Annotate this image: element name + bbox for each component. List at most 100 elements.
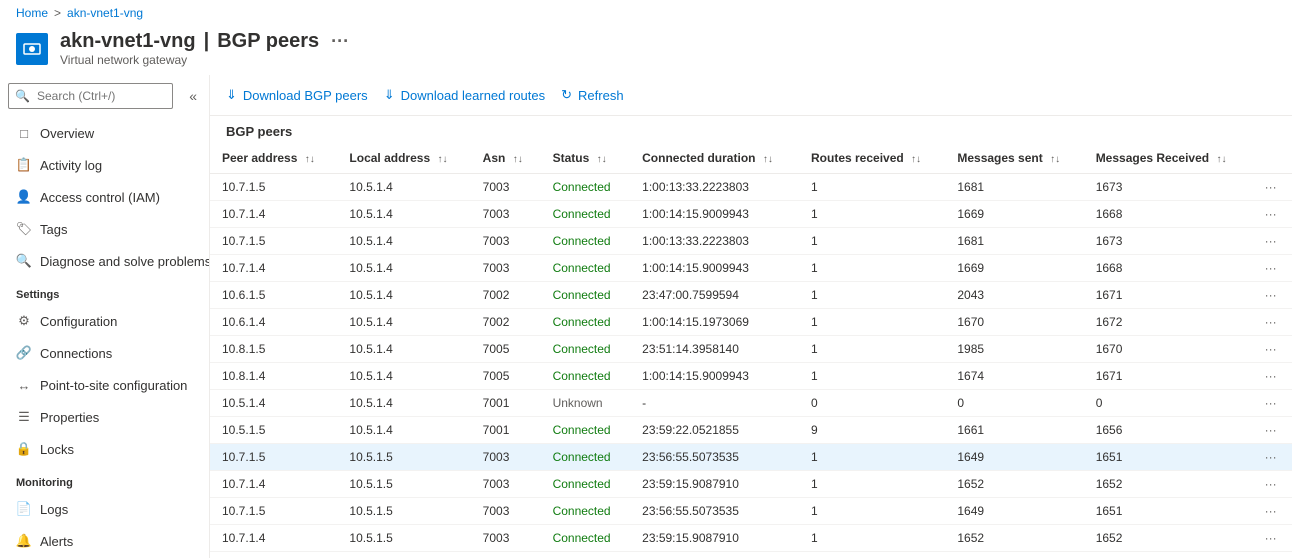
cell-asn: 7001 xyxy=(471,417,541,444)
sidebar-item-alerts[interactable]: 🔔 Alerts xyxy=(0,525,209,557)
cell-duration: 23:56:55.5073535 xyxy=(630,498,799,525)
page-name: BGP peers xyxy=(217,30,319,53)
sidebar-item-locks[interactable]: 🔒 Locks xyxy=(0,433,209,465)
table-row: 10.7.1.4 10.5.1.5 7003 Connected 23:59:1… xyxy=(210,525,1292,552)
col-asn[interactable]: Asn ↑↓ xyxy=(471,143,541,174)
cell-more-actions[interactable]: ··· xyxy=(1253,282,1292,309)
cell-messages-received: 1652 xyxy=(1084,525,1253,552)
configuration-icon: ⚙ xyxy=(16,313,32,329)
table-row: 10.5.1.5 10.5.1.4 7001 Connected 23:59:2… xyxy=(210,417,1292,444)
cell-routes: 1 xyxy=(799,309,945,336)
cell-local-address: 10.5.1.4 xyxy=(337,390,470,417)
cell-status: Connected xyxy=(541,471,631,498)
download-routes-button[interactable]: ⇓ Download learned routes xyxy=(384,83,545,107)
cell-more-actions[interactable]: ··· xyxy=(1253,174,1292,201)
cell-more-actions[interactable]: ··· xyxy=(1253,471,1292,498)
cell-messages-received: 1656 xyxy=(1084,417,1253,444)
sidebar-item-configuration[interactable]: ⚙ Configuration xyxy=(0,305,209,337)
cell-messages-received: 0 xyxy=(1084,390,1253,417)
cell-more-actions[interactable]: ··· xyxy=(1253,390,1292,417)
col-status[interactable]: Status ↑↓ xyxy=(541,143,631,174)
sidebar-item-overview[interactable]: □ Overview xyxy=(0,117,209,149)
cell-local-address: 10.5.1.4 xyxy=(337,255,470,282)
cell-local-address: 10.5.1.4 xyxy=(337,309,470,336)
cell-duration: 23:56:55.5073535 xyxy=(630,444,799,471)
cell-asn: 7002 xyxy=(471,282,541,309)
cell-messages-sent: 1669 xyxy=(945,255,1083,282)
cell-peer-address: 10.8.1.4 xyxy=(210,363,337,390)
col-actions xyxy=(1253,143,1292,174)
cell-peer-address: 10.6.1.5 xyxy=(210,552,337,558)
cell-messages-received: 1652 xyxy=(1084,471,1253,498)
cell-asn: 7003 xyxy=(471,471,541,498)
cell-more-actions[interactable]: ··· xyxy=(1253,336,1292,363)
cell-asn: 7003 xyxy=(471,174,541,201)
point-to-site-icon: ↔ xyxy=(16,377,32,393)
breadcrumb-resource[interactable]: akn-vnet1-vng xyxy=(67,6,143,20)
access-control-icon: 👤 xyxy=(16,189,32,205)
resource-icon xyxy=(16,33,48,65)
refresh-button[interactable]: ↻ Refresh xyxy=(561,83,623,107)
col-local-address[interactable]: Local address ↑↓ xyxy=(337,143,470,174)
cell-peer-address: 10.5.1.5 xyxy=(210,417,337,444)
download-bgp-icon: ⇓ xyxy=(226,87,237,103)
cell-local-address: 10.5.1.4 xyxy=(337,336,470,363)
download-bgp-button[interactable]: ⇓ Download BGP peers xyxy=(226,83,368,107)
cell-more-actions[interactable]: ··· xyxy=(1253,552,1292,558)
col-routes-received[interactable]: Routes received ↑↓ xyxy=(799,143,945,174)
col-messages-sent[interactable]: Messages sent ↑↓ xyxy=(945,143,1083,174)
cell-local-address: 10.5.1.4 xyxy=(337,363,470,390)
cell-local-address: 10.5.1.4 xyxy=(337,417,470,444)
sidebar-item-activity-log[interactable]: 📋 Activity log xyxy=(0,149,209,181)
col-messages-received[interactable]: Messages Received ↑↓ xyxy=(1084,143,1253,174)
connections-label: Connections xyxy=(40,346,112,361)
sidebar-item-diagnose[interactable]: 🔍 Diagnose and solve problems xyxy=(0,245,209,277)
cell-more-actions[interactable]: ··· xyxy=(1253,255,1292,282)
monitoring-section-header: Monitoring xyxy=(0,465,209,493)
sidebar-item-access-control[interactable]: 👤 Access control (IAM) xyxy=(0,181,209,213)
cell-routes: 1 xyxy=(799,282,945,309)
sidebar-item-logs[interactable]: 📄 Logs xyxy=(0,493,209,525)
cell-status: Connected xyxy=(541,255,631,282)
cell-status: Connected xyxy=(541,525,631,552)
search-input[interactable] xyxy=(8,83,173,109)
sidebar-item-connections[interactable]: 🔗 Connections xyxy=(0,337,209,369)
page-header: akn-vnet1-vng | BGP peers ··· Virtual ne… xyxy=(0,26,1292,75)
cell-local-address: 10.5.1.4 xyxy=(337,228,470,255)
search-icon: 🔍 xyxy=(15,89,30,103)
more-options-button[interactable]: ··· xyxy=(327,31,353,52)
cell-messages-sent: 1985 xyxy=(945,336,1083,363)
toolbar: ⇓ Download BGP peers ⇓ Download learned … xyxy=(210,75,1292,116)
cell-routes: 1 xyxy=(799,444,945,471)
cell-more-actions[interactable]: ··· xyxy=(1253,417,1292,444)
sidebar-item-tags[interactable]: 🏷 Tags xyxy=(0,213,209,245)
cell-local-address: 10.5.1.5 xyxy=(337,525,470,552)
col-peer-address[interactable]: Peer address ↑↓ xyxy=(210,143,337,174)
table-row: 10.7.1.5 10.5.1.4 7003 Connected 1:00:13… xyxy=(210,174,1292,201)
cell-more-actions[interactable]: ··· xyxy=(1253,309,1292,336)
diagnose-label: Diagnose and solve problems xyxy=(40,254,210,269)
cell-duration: - xyxy=(630,390,799,417)
sidebar-item-properties[interactable]: ☰ Properties xyxy=(0,401,209,433)
cell-more-actions[interactable]: ··· xyxy=(1253,498,1292,525)
locks-label: Locks xyxy=(40,442,74,457)
cell-duration: 1:00:14:15.9009943 xyxy=(630,201,799,228)
cell-more-actions[interactable]: ··· xyxy=(1253,444,1292,471)
cell-status: Connected xyxy=(541,363,631,390)
sidebar-item-point-to-site[interactable]: ↔ Point-to-site configuration xyxy=(0,369,209,401)
cell-more-actions[interactable]: ··· xyxy=(1253,201,1292,228)
cell-asn: 7003 xyxy=(471,255,541,282)
breadcrumb-home[interactable]: Home xyxy=(16,6,48,20)
cell-more-actions[interactable]: ··· xyxy=(1253,228,1292,255)
col-connected-duration[interactable]: Connected duration ↑↓ xyxy=(630,143,799,174)
cell-messages-sent: 1681 xyxy=(945,228,1083,255)
cell-more-actions[interactable]: ··· xyxy=(1253,363,1292,390)
cell-asn: 7001 xyxy=(471,390,541,417)
cell-local-address: 10.5.1.5 xyxy=(337,471,470,498)
activity-log-label: Activity log xyxy=(40,158,102,173)
diagnose-icon: 🔍 xyxy=(16,253,32,269)
collapse-button[interactable]: « xyxy=(181,84,205,108)
cell-more-actions[interactable]: ··· xyxy=(1253,525,1292,552)
cell-duration: 23:59:15.9087910 xyxy=(630,525,799,552)
logs-icon: 📄 xyxy=(16,501,32,517)
